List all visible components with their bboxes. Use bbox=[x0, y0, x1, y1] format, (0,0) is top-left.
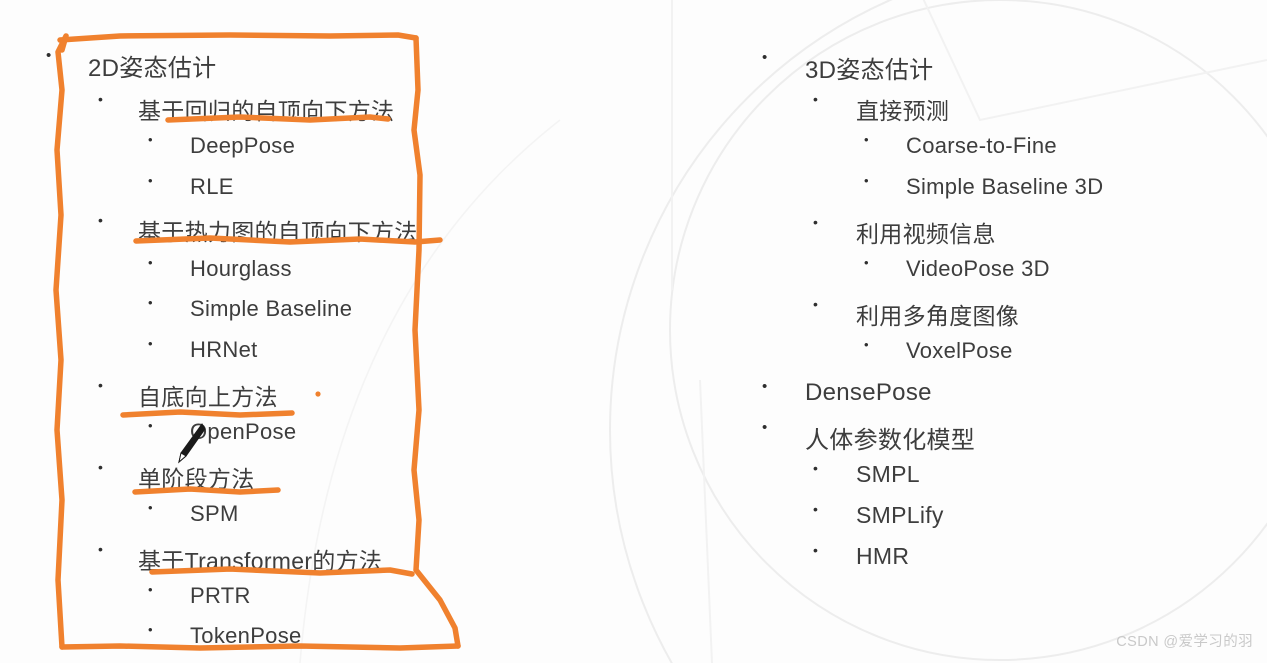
outline-item-label: HMR bbox=[856, 543, 910, 569]
bullet-icon: • bbox=[762, 49, 768, 66]
outline-item-label: 自底向上方法 bbox=[138, 384, 278, 410]
outline-item-label: 3D姿态估计 bbox=[805, 57, 934, 84]
outline-item-label: 利用多角度图像 bbox=[856, 303, 1020, 329]
bullet-icon: • bbox=[148, 418, 153, 433]
outline-item-label: SMPL bbox=[856, 461, 920, 487]
outline-item-label: DeepPose bbox=[190, 133, 296, 158]
slide-content: • 2D姿态估计 • 基于回归的自顶向下方法 • DeepPose • RLE • 基于热力图的自… bbox=[0, 0, 1267, 663]
bullet-icon: • bbox=[148, 582, 153, 597]
outline-item-label: RLE bbox=[190, 174, 234, 199]
bullet-icon: • bbox=[148, 622, 153, 637]
bullet-icon: • bbox=[148, 255, 153, 270]
bullet-icon: • bbox=[813, 501, 818, 517]
bullet-icon: • bbox=[46, 47, 52, 64]
bullet-icon: • bbox=[98, 91, 103, 107]
bullet-icon: • bbox=[98, 459, 103, 475]
outline-item-label: SMPLify bbox=[856, 502, 944, 528]
csdn-watermark: CSDN @爱学习的羽 bbox=[1116, 634, 1253, 650]
outline-item-label: 基于热力图的自顶向下方法 bbox=[138, 219, 418, 245]
bullet-icon: • bbox=[98, 212, 103, 228]
outline-item-label: PRTR bbox=[190, 583, 251, 608]
bullet-icon: • bbox=[864, 255, 869, 270]
outline-item-label: HRNet bbox=[190, 337, 258, 362]
outline-item-label: 2D姿态估计 bbox=[88, 55, 217, 82]
bullet-icon: • bbox=[148, 500, 153, 515]
outline-item-label: 基于Transformer的方法 bbox=[138, 548, 383, 574]
bullet-icon: • bbox=[864, 337, 869, 352]
pen-cursor-icon bbox=[178, 423, 206, 464]
bullet-icon: • bbox=[813, 214, 818, 230]
bullet-icon: • bbox=[813, 460, 818, 476]
outline-item-label: VideoPose 3D bbox=[906, 256, 1050, 281]
outline-item-label: DensePose bbox=[805, 379, 932, 406]
outline-item-label: Simple Baseline 3D bbox=[906, 174, 1104, 199]
bullet-icon: • bbox=[762, 378, 768, 395]
outline-item-label: 直接预测 bbox=[856, 98, 950, 124]
outline-item-label: Coarse-to-Fine bbox=[906, 133, 1057, 158]
outline-item-label: TokenPose bbox=[190, 623, 302, 648]
bullet-icon: • bbox=[98, 377, 103, 393]
bullet-icon: • bbox=[148, 295, 153, 310]
bullet-icon: • bbox=[148, 132, 153, 147]
outline-item-label: 人体参数化模型 bbox=[805, 427, 976, 454]
bullet-icon: • bbox=[864, 173, 869, 188]
outline-item-label: 单阶段方法 bbox=[138, 466, 255, 492]
bullet-icon: • bbox=[762, 419, 768, 436]
outline-item-label: Simple Baseline bbox=[190, 296, 353, 321]
bullet-icon: • bbox=[813, 91, 818, 107]
outline-item-label: 基于回归的自顶向下方法 bbox=[138, 98, 395, 124]
bullet-icon: • bbox=[148, 173, 153, 188]
bullet-icon: • bbox=[864, 132, 869, 147]
bullet-icon: • bbox=[813, 542, 818, 558]
outline-item-label: 利用视频信息 bbox=[856, 221, 996, 247]
outline-item-label: SPM bbox=[190, 501, 239, 526]
bullet-icon: • bbox=[98, 541, 103, 557]
outline-item-label: VoxelPose bbox=[906, 338, 1013, 363]
outline-item-label: Hourglass bbox=[190, 256, 292, 281]
bullet-icon: • bbox=[813, 296, 818, 312]
bullet-icon: • bbox=[148, 336, 153, 351]
